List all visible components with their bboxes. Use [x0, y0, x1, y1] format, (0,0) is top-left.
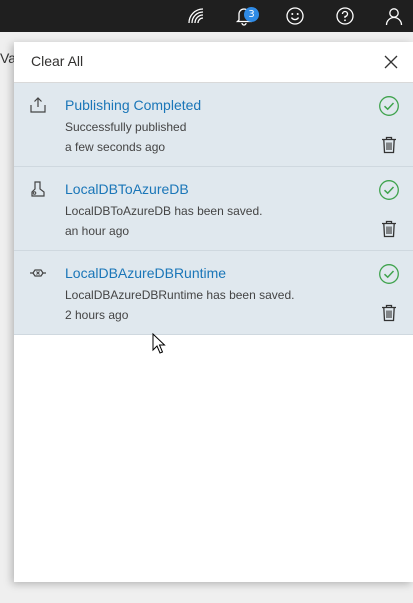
- check-circle-icon: [379, 264, 399, 284]
- runtime-icon: [29, 264, 47, 282]
- pipeline-icon: [29, 180, 47, 198]
- notification-title[interactable]: Publishing Completed: [65, 97, 201, 113]
- notification-message: Successfully published: [65, 120, 187, 134]
- delete-notification-button[interactable]: [379, 135, 399, 155]
- trash-icon: [382, 304, 396, 322]
- notifications-panel: Clear All Publishing Completed Successfu…: [14, 42, 413, 582]
- mouse-cursor-icon: [152, 333, 166, 354]
- top-bar: 3: [0, 0, 413, 32]
- notification-time: an hour ago: [65, 224, 130, 238]
- panel-header: Clear All: [14, 42, 413, 83]
- clear-all-button[interactable]: Clear All: [31, 53, 83, 69]
- notification-item: LocalDBAzureDBRuntime LocalDBAzureDBRunt…: [14, 251, 413, 335]
- notification-title[interactable]: LocalDBAzureDBRuntime: [65, 265, 226, 281]
- delete-notification-button[interactable]: [379, 303, 399, 323]
- notification-message: LocalDBAzureDBRuntime has been saved.: [65, 288, 295, 302]
- notifications-button[interactable]: 3: [228, 0, 260, 32]
- notification-count-badge: 3: [244, 7, 259, 22]
- help-icon[interactable]: [329, 0, 361, 32]
- notification-time: 2 hours ago: [65, 308, 129, 322]
- notification-item: Publishing Completed Successfully publis…: [14, 83, 413, 167]
- smiley-icon[interactable]: [279, 0, 311, 32]
- account-icon[interactable]: [378, 0, 410, 32]
- check-circle-icon: [379, 180, 399, 200]
- notification-message: LocalDBToAzureDB has been saved.: [65, 204, 263, 218]
- upload-icon: [29, 96, 47, 114]
- check-circle-icon: [379, 96, 399, 116]
- feedback-signal-icon[interactable]: [180, 0, 212, 32]
- trash-icon: [382, 220, 396, 238]
- notification-time: a few seconds ago: [65, 140, 166, 154]
- delete-notification-button[interactable]: [379, 219, 399, 239]
- trash-icon: [382, 136, 396, 154]
- notification-item: LocalDBToAzureDB LocalDBToAzureDB has be…: [14, 167, 413, 251]
- close-icon[interactable]: [379, 50, 403, 74]
- notification-title[interactable]: LocalDBToAzureDB: [65, 181, 189, 197]
